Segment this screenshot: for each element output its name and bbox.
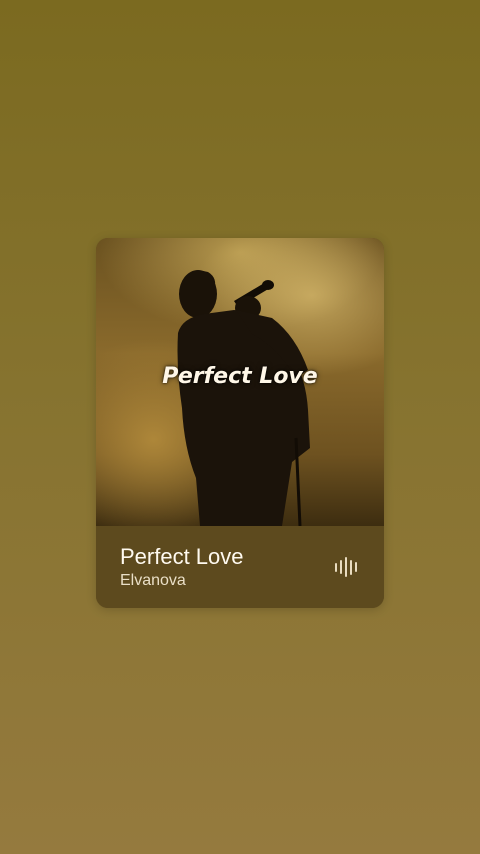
artwork-title-text: Perfect Love <box>162 364 318 389</box>
artist-name: Elvanova <box>120 572 186 589</box>
track-title: Perfect Love <box>120 544 244 569</box>
audio-bars-icon[interactable] <box>330 556 362 578</box>
audio-bar <box>340 560 342 574</box>
now-playing-card[interactable]: Perfect Love Perfect Love Elvanova <box>96 238 384 608</box>
audio-bar <box>335 562 337 572</box>
audio-bar <box>355 562 357 572</box>
track-info: Perfect Love Elvanova <box>96 526 384 608</box>
album-artwork: Perfect Love <box>96 238 384 526</box>
audio-bar <box>350 559 352 575</box>
audio-bar <box>345 557 347 577</box>
